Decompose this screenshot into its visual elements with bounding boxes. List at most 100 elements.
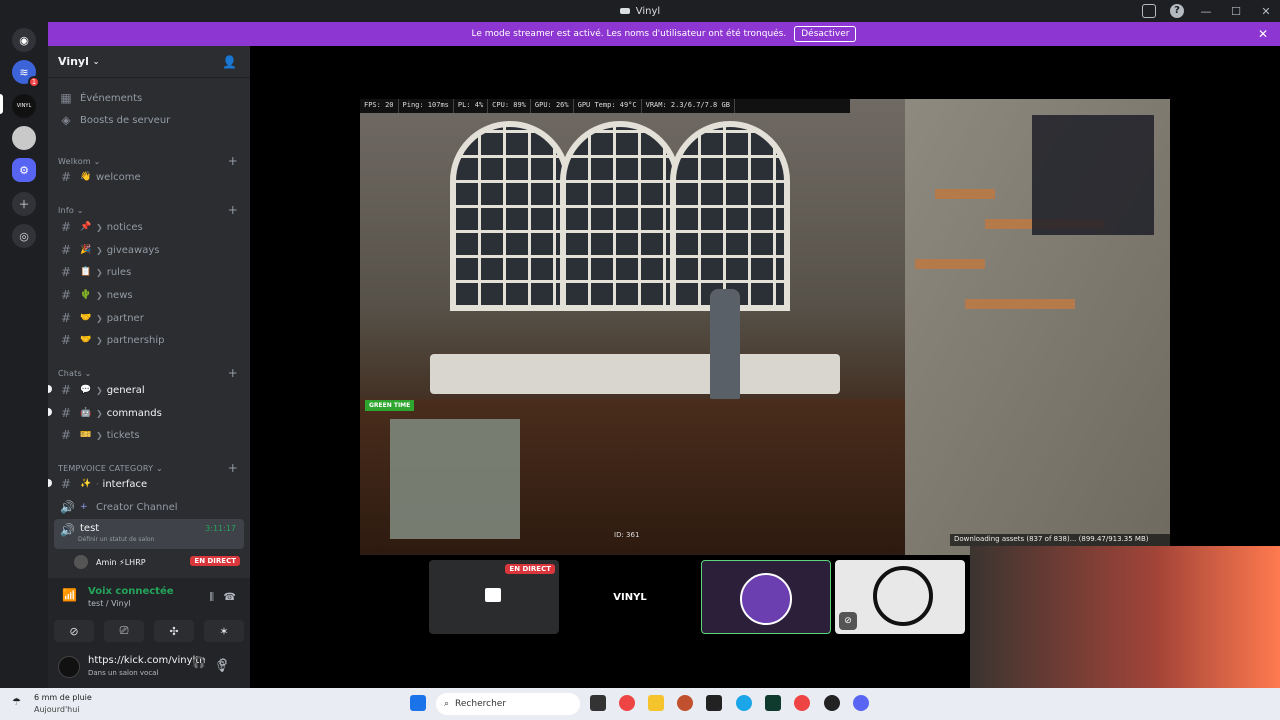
active-server-indicator [0, 94, 3, 114]
disconnect-icon[interactable]: ☎ [224, 592, 236, 603]
channel-notices[interactable]: # 📌 ❯ notices [48, 217, 250, 237]
channel-general[interactable]: # 💬 ❯ general [48, 380, 250, 400]
app-logo-icon [619, 8, 630, 14]
player-character [710, 289, 740, 399]
search-label: Rechercher [455, 699, 507, 709]
channel-giveaways[interactable]: # 🎉 ❯ giveaways [48, 240, 250, 260]
app-icon-terminal[interactable] [765, 695, 781, 711]
channel-label: giveaways [106, 244, 160, 256]
chevron-icon: ❯ [96, 430, 103, 440]
hud-cpu: CPU: 89% [488, 99, 531, 113]
channel-tickets[interactable]: # 🎫 ❯ tickets [48, 425, 250, 445]
camera-off-button[interactable]: ⊘ [54, 620, 94, 642]
server-icon-1[interactable]: ≋ 1 [12, 60, 40, 88]
stream-video-gta[interactable]: FPS: 20 Ping: 107ms PL: 4% CPU: 89% GPU:… [360, 99, 1170, 555]
add-channel-icon[interactable]: + [228, 203, 238, 217]
dot-icon: · [96, 479, 99, 489]
soundboard-button[interactable]: ✶ [204, 620, 244, 642]
channel-partnership[interactable]: # 🤝 ❯ partnership [48, 330, 250, 350]
channel-partner[interactable]: # 🤝 ❯ partner [48, 308, 250, 328]
discord-home-icon[interactable]: ◉ [12, 28, 36, 52]
invite-icon[interactable]: 👤 [222, 55, 237, 69]
help-icon[interactable]: ? [1170, 4, 1184, 18]
disable-streamer-mode-button[interactable]: Désactiver [794, 26, 857, 42]
edge-icon[interactable] [736, 695, 752, 711]
close-window-button[interactable]: ✕ [1258, 5, 1274, 18]
file-explorer-icon[interactable] [648, 695, 664, 711]
channel-label: Creator Channel [96, 501, 178, 513]
voice-member[interactable]: Amin ⚡LHRP EN DIRECT [54, 552, 244, 572]
add-channel-icon[interactable]: + [228, 366, 238, 380]
category-info[interactable]: Info ⌄ + [58, 203, 248, 217]
task-view-icon[interactable] [590, 695, 606, 711]
voice-status[interactable]: Voix connectée [88, 586, 174, 597]
channel-welcome[interactable]: # 👋 welcome [48, 167, 250, 187]
chevron-icon: ❯ [96, 290, 103, 300]
participant-tile-vinyl[interactable]: VINYL [565, 560, 695, 634]
channel-status-text[interactable]: Définir un statut de salon [78, 536, 154, 543]
add-channel-icon[interactable]: + [228, 154, 238, 168]
hash-icon: # [60, 265, 72, 279]
add-channel-icon[interactable]: + [228, 461, 238, 475]
channel-label: tickets [106, 429, 140, 441]
category-tempvoice[interactable]: TEMPVOICE CATEGORY ⌄ + [58, 461, 248, 475]
inbox-icon[interactable] [1142, 4, 1156, 18]
voice-channel-test[interactable]: 🔊 test 3:11:17 Définir un statut de salo… [54, 519, 244, 549]
pin-emoji-icon: 📌 [80, 222, 92, 232]
avatar[interactable] [58, 656, 80, 678]
participant-tile-bean[interactable]: ⊘ [835, 560, 965, 634]
party-emoji-icon: 🎉 [80, 245, 92, 255]
calendar-icon: ▦ [60, 91, 72, 105]
banner-text: Le mode streamer est activé. Les noms d'… [471, 29, 787, 39]
activities-button[interactable]: ✣ [154, 620, 194, 642]
server-header[interactable]: Vinyl ⌄ 👤 [48, 46, 250, 78]
server-icon-3[interactable] [12, 126, 36, 150]
cactus-emoji-icon: 🌵 [80, 290, 92, 300]
channel-label: general [106, 384, 145, 396]
scoreboard-overlay [1032, 115, 1154, 235]
app-icon-github[interactable] [824, 695, 840, 711]
close-icon[interactable]: ✕ [1258, 27, 1268, 41]
user-name[interactable]: https://kick.com/vinyltn [88, 655, 206, 666]
hud-fps: FPS: 20 [360, 99, 399, 113]
green-time-badge: GREEN TIME [365, 400, 415, 411]
server-icon-4[interactable]: ⚙ [12, 158, 36, 182]
app-icon-live[interactable] [706, 695, 722, 711]
channel-label: welcome [96, 171, 141, 183]
chevron-icon: ❯ [96, 385, 103, 395]
boosts-link[interactable]: ◈ Boosts de serveur [48, 110, 250, 130]
minimize-button[interactable]: — [1198, 5, 1214, 18]
category-welkom[interactable]: Welkom ⌄ + [58, 154, 248, 168]
hud-pl: PL: 4% [454, 99, 489, 113]
app-icon-orange[interactable] [677, 695, 693, 711]
channel-label: notices [106, 221, 143, 233]
channel-label: partnership [106, 334, 165, 346]
chrome-icon[interactable] [619, 695, 635, 711]
server-icon-vinyl[interactable]: VINYL [12, 94, 36, 118]
screen-share-button[interactable]: ⎚ [104, 620, 144, 642]
events-link[interactable]: ▦ Événements [48, 88, 250, 108]
start-icon[interactable] [410, 695, 426, 711]
channel-rules[interactable]: # 📋 ❯ rules [48, 262, 250, 282]
hash-icon: # [60, 170, 72, 184]
participant-tile-stream[interactable]: EN DIRECT [429, 560, 559, 634]
headphones-icon[interactable]: 🎧 [192, 656, 206, 669]
channel-news[interactable]: # 🌵 ❯ news [48, 285, 250, 305]
noise-suppression-icon[interactable]: ⫼ [209, 592, 214, 603]
discord-taskbar-icon[interactable] [853, 695, 869, 711]
taskbar-search[interactable]: ⌕ Rechercher [436, 693, 580, 715]
chrome-icon-2[interactable] [794, 695, 810, 711]
channel-creator[interactable]: 🔊 + Creator Channel [48, 497, 250, 517]
explore-icon[interactable]: ◎ [12, 224, 36, 248]
maximize-button[interactable]: ☐ [1228, 5, 1244, 18]
channel-interface[interactable]: # ✨ · interface [48, 474, 250, 494]
channel-commands[interactable]: # 🤖 ❯ commands [48, 403, 250, 423]
hash-icon: # [60, 333, 72, 347]
scroll-emoji-icon: 📋 [80, 267, 92, 277]
category-chats[interactable]: Chats ⌄ + [58, 366, 248, 380]
arched-window [670, 121, 790, 311]
add-server-icon[interactable]: ＋ [12, 192, 36, 216]
participant-tile-speaking[interactable] [701, 560, 831, 634]
hud-gpu-temp: GPU Temp: 49°C [574, 99, 642, 113]
settings-gear-icon[interactable]: ⚙ [218, 656, 228, 669]
